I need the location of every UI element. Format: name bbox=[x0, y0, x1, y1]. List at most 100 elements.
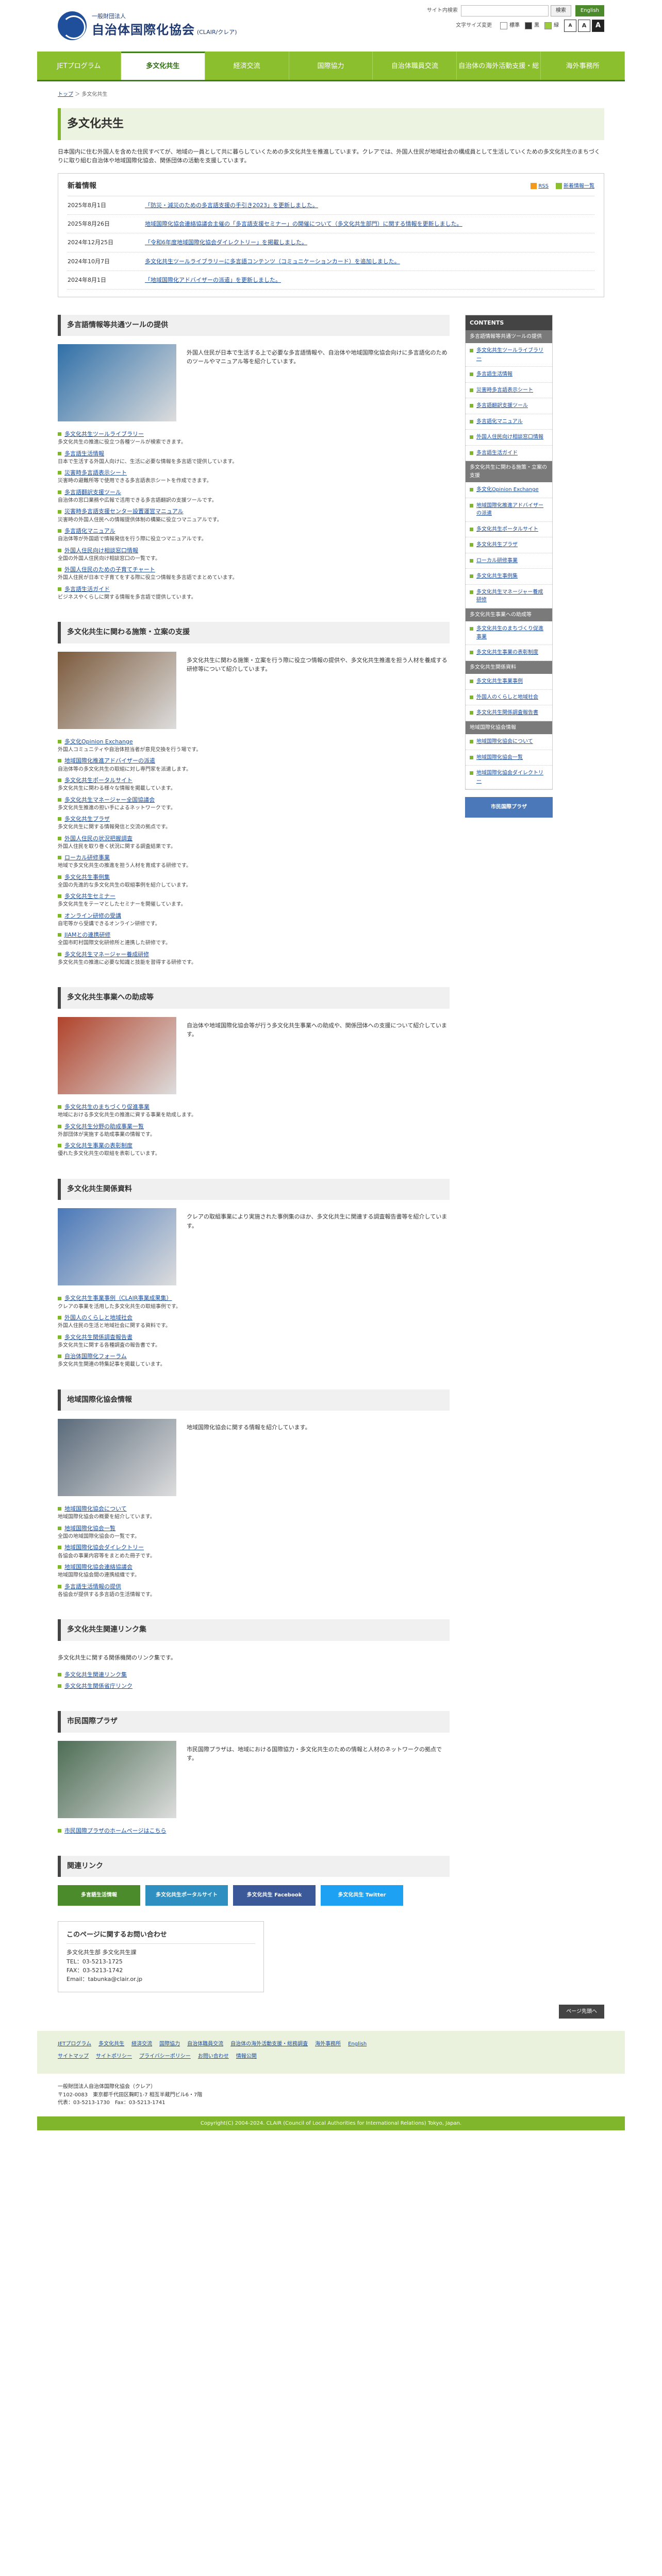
sidebar-item[interactable]: 地域国際化協会について bbox=[466, 734, 552, 750]
list-item-link[interactable]: 災害時多言語支援センター設置運営マニュアル bbox=[64, 507, 184, 516]
font-size-medium[interactable]: A bbox=[578, 20, 590, 32]
list-item-link[interactable]: 外国人のくらしと地域社会 bbox=[64, 1313, 133, 1322]
sidebar-item[interactable]: 多文化共生プラザ bbox=[466, 537, 552, 553]
sidebar-item[interactable]: 災害時多言語表示シート bbox=[466, 383, 552, 399]
sidebar-item-link[interactable]: 多文化共生プラザ bbox=[476, 541, 518, 549]
list-item-link[interactable]: 外国人住民の状況把握調査 bbox=[64, 834, 133, 843]
sidebar-item-link[interactable]: 多言語翻訳支援ツール bbox=[476, 402, 528, 410]
site-logo[interactable]: 一般財団法人 自治体国際化協会 (CLAIR/クレア) bbox=[58, 11, 237, 40]
rss-label[interactable]: RSS bbox=[538, 183, 549, 189]
sidebar-item-link[interactable]: 多文化共生事業の表彰制度 bbox=[476, 649, 538, 657]
list-item-link[interactable]: ローカル研修事業 bbox=[64, 853, 110, 862]
footer-link[interactable]: English bbox=[348, 2040, 367, 2048]
sidebar-item-link[interactable]: 多言語生活情報 bbox=[476, 370, 512, 379]
sidebar-item[interactable]: ローカル研修事業 bbox=[466, 553, 552, 569]
nav-item[interactable]: 経済交流 bbox=[205, 52, 289, 80]
sidebar-item[interactable]: 地域国際化推進アドバイザーの派遣 bbox=[466, 498, 552, 522]
list-item-link[interactable]: 多文化共生のまちづくり促進事業 bbox=[64, 1103, 150, 1111]
list-item-link[interactable]: 多言語生活ガイド bbox=[64, 585, 110, 594]
list-item-link[interactable]: 多文化共生事業の表彰制度 bbox=[64, 1141, 133, 1150]
sidebar-item[interactable]: 多言語生活情報 bbox=[466, 367, 552, 383]
news-link[interactable]: 「令和6年度地域国際化協会ダイレクトリー」を掲載しました。 bbox=[145, 238, 307, 247]
list-item-link[interactable]: 地域国際化協会一覧 bbox=[64, 1524, 115, 1533]
sidebar-item-link[interactable]: 地域国際化協会ダイレクトリー bbox=[476, 769, 548, 785]
news-link[interactable]: 地域国際化協会連絡協議会主催の「多言語支援セミナー」の開催について（多文化共生部… bbox=[145, 219, 462, 228]
nav-item[interactable]: 国際協力 bbox=[289, 52, 373, 80]
footer-link[interactable]: 経済交流 bbox=[131, 2040, 152, 2048]
sidebar-item-link[interactable]: 多文化共生マネージャー養成研修 bbox=[476, 588, 548, 604]
list-item-link[interactable]: 多言語翻訳支援ツール bbox=[64, 488, 121, 497]
list-item-link[interactable]: 多言語生活情報の提供 bbox=[64, 1582, 121, 1591]
sidebar-item-link[interactable]: ローカル研修事業 bbox=[476, 557, 518, 565]
related-banner[interactable]: 多文化共生 Twitter bbox=[321, 1885, 403, 1906]
list-item-link[interactable]: 多言語生活情報 bbox=[64, 449, 104, 458]
list-item-link[interactable]: 多文化共生マネージャー全国協議会 bbox=[64, 795, 155, 804]
nav-item[interactable]: 自治体の海外活動支援・総務調査 bbox=[457, 52, 541, 100]
list-item-link[interactable]: 多文化共生セミナー bbox=[64, 892, 115, 901]
footer-link[interactable]: 自治体の海外活動支援・総務調査 bbox=[230, 2040, 308, 2048]
news-link[interactable]: 多文化共生ツールライブラリーに多言語コンテンツ（コミュニケーションカード）を追加… bbox=[145, 257, 400, 266]
sidebar-item-link[interactable]: 地域国際化協会一覧 bbox=[476, 754, 523, 762]
list-item-link[interactable]: 多言語化マニュアル bbox=[64, 527, 115, 535]
nav-item[interactable]: 多文化共生 bbox=[121, 52, 205, 80]
news-link[interactable]: 「地域国際化アドバイザーの派遣」を更新しました。 bbox=[145, 276, 281, 284]
sidebar-item-link[interactable]: 多文化共生事例集 bbox=[476, 572, 518, 581]
list-item-link[interactable]: 外国人住民のための子育てチャート bbox=[64, 565, 155, 574]
list-item-link[interactable]: 市民国際プラザのホームページはこちら bbox=[64, 1826, 166, 1835]
sidebar-item-link[interactable]: 地域国際化協会について bbox=[476, 738, 533, 746]
sidebar-item[interactable]: 多言語化マニュアル bbox=[466, 414, 552, 430]
sidebar-item[interactable]: 多文化共生関係調査報告書 bbox=[466, 705, 552, 721]
font-size-large[interactable]: A bbox=[592, 20, 604, 32]
list-item-link[interactable]: 地域国際化協会連絡協議会 bbox=[64, 1563, 133, 1571]
list-item-link[interactable]: 多文化共生マネージャー養成研修 bbox=[64, 950, 149, 959]
news-all-label[interactable]: 新着情報一覧 bbox=[564, 183, 594, 189]
footer-link[interactable]: プライバシーポリシー bbox=[139, 2053, 191, 2061]
list-item-link[interactable]: 多文化共生関係調査報告書 bbox=[64, 1333, 133, 1342]
contrast-standard[interactable]: 標準 bbox=[500, 22, 520, 30]
sidebar-item[interactable]: 地域国際化協会ダイレクトリー bbox=[466, 766, 552, 790]
sidebar-item-link[interactable]: 多文化共生事業事例 bbox=[476, 677, 523, 686]
list-item-link[interactable]: 多文化共生分野の助成事業一覧 bbox=[64, 1122, 144, 1131]
sidebar-item[interactable]: 多文化共生マネージャー養成研修 bbox=[466, 585, 552, 608]
pagetop-button[interactable]: ページ先頭へ bbox=[559, 2004, 604, 2019]
list-item-link[interactable]: 外国人住民向け相談窓口情報 bbox=[64, 546, 138, 555]
search-input[interactable] bbox=[460, 5, 549, 16]
list-item-link[interactable]: 多文化共生プラザ bbox=[64, 815, 110, 823]
list-item-link[interactable]: JIAMとの連携研修 bbox=[64, 930, 110, 939]
news-link[interactable]: 「防災・減災のための多言語支援の手引き2023」を更新しました。 bbox=[145, 201, 318, 210]
sidebar-item-link[interactable]: 地域国際化推進アドバイザーの派遣 bbox=[476, 502, 548, 518]
list-item-link[interactable]: 多文化共生関連リンク集 bbox=[64, 1670, 127, 1679]
sidebar-item[interactable]: 多文化Opinion Exchange bbox=[466, 482, 552, 498]
list-item-link[interactable]: 地域国際化協会について bbox=[64, 1504, 127, 1513]
list-item-link[interactable]: 地域国際化推進アドバイザーの派遣 bbox=[64, 756, 155, 765]
sidebar-item-link[interactable]: 多文化共生ツールライブラリー bbox=[476, 347, 548, 363]
font-size-small[interactable]: A bbox=[564, 20, 576, 32]
rss-link[interactable]: RSS bbox=[531, 182, 549, 191]
footer-link[interactable]: 情報公開 bbox=[236, 2053, 257, 2061]
sidebar-item[interactable]: 外国人住民向け相談窓口情報 bbox=[466, 430, 552, 446]
list-item-link[interactable]: 多文化共生事業事例（CLAIR事業成果集） bbox=[64, 1294, 172, 1302]
list-item-link[interactable]: 多文化共生ツールライブラリー bbox=[64, 430, 144, 438]
sidebar-item[interactable]: 多文化共生ポータルサイト bbox=[466, 522, 552, 538]
footer-link[interactable]: サイトポリシー bbox=[96, 2053, 132, 2061]
list-item-link[interactable]: 災害時多言語表示シート bbox=[64, 468, 127, 477]
related-banner[interactable]: 多言語生活情報 bbox=[58, 1885, 140, 1906]
breadcrumb-home[interactable]: トップ bbox=[58, 92, 73, 97]
footer-link[interactable]: 自治体職員交流 bbox=[187, 2040, 223, 2048]
sidebar-item-link[interactable]: 災害時多言語表示シート bbox=[476, 386, 533, 395]
sidebar-item[interactable]: 多文化共生事業事例 bbox=[466, 674, 552, 690]
sidebar-item[interactable]: 多文化共生事例集 bbox=[466, 569, 552, 585]
list-item-link[interactable]: オンライン研修の受講 bbox=[64, 911, 121, 920]
sidebar-item[interactable]: 多言語翻訳支援ツール bbox=[466, 398, 552, 414]
sidebar-item-link[interactable]: 多言語化マニュアル bbox=[476, 418, 523, 426]
footer-link[interactable]: JETプログラム bbox=[58, 2040, 91, 2048]
list-item-link[interactable]: 地域国際化協会ダイレクトリー bbox=[64, 1543, 144, 1552]
nav-item[interactable]: 自治体職員交流 bbox=[373, 52, 457, 80]
nav-item[interactable]: JETプログラム bbox=[37, 52, 121, 80]
contrast-green[interactable]: 緑 bbox=[544, 22, 559, 30]
footer-link[interactable]: 多文化共生 bbox=[98, 2040, 124, 2048]
sidebar-item[interactable]: 多文化共生のまちづくり促進事業 bbox=[466, 621, 552, 646]
sidebar-item-link[interactable]: 外国人のくらしと地域社会 bbox=[476, 693, 538, 702]
list-item-link[interactable]: 多文化Opinion Exchange bbox=[64, 737, 133, 746]
search-button[interactable]: 検索 bbox=[550, 5, 571, 16]
